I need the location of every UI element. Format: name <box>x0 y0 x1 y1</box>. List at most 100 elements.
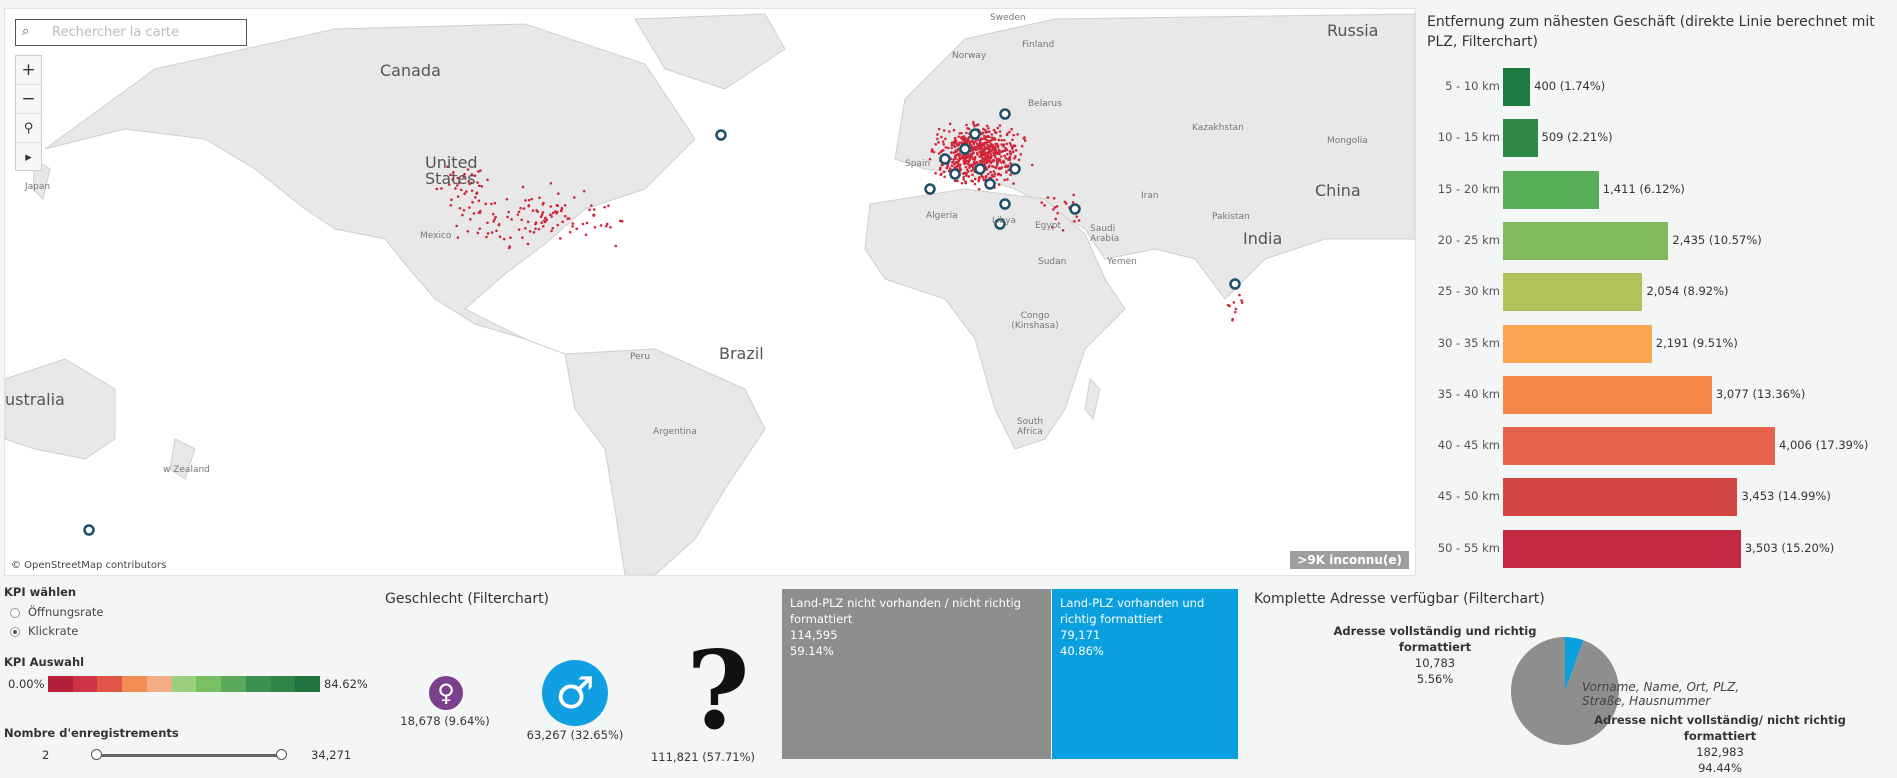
map-credit[interactable]: © OpenStreetMap contributors <box>11 560 166 571</box>
pin-icon[interactable]: ⚲ <box>16 114 41 143</box>
customer-dot <box>588 208 591 212</box>
kpi-option-click-rate[interactable]: Klickrate <box>10 624 78 638</box>
treemap-pct: 40.86% <box>1060 644 1104 658</box>
distance-bar[interactable] <box>1503 375 1712 414</box>
customer-dot <box>978 143 982 146</box>
bar-value-label: 2,191 (9.51%) <box>1655 335 1738 350</box>
customer-dot <box>995 142 999 146</box>
customer-dot <box>972 160 976 164</box>
land-south-america <box>564 348 766 575</box>
kpi-color-step <box>48 676 73 692</box>
customer-dot <box>998 159 1002 162</box>
map-view[interactable]: ⌕ Rechercher la carte + − ⚲ ▸ Canada Uni… <box>4 8 1416 576</box>
customer-dot <box>548 213 552 217</box>
customer-dot <box>1077 219 1081 222</box>
distance-bar[interactable] <box>1503 478 1738 517</box>
male-icon[interactable]: ♂ <box>542 660 608 726</box>
bar-category-label: 35 - 40 km <box>1437 386 1500 401</box>
customer-dot <box>968 154 972 158</box>
distance-bar[interactable] <box>1503 119 1538 158</box>
records-slider-max-handle[interactable] <box>276 749 287 760</box>
customer-dot <box>502 237 506 241</box>
customer-dot <box>461 213 464 217</box>
customer-dot <box>992 158 995 162</box>
expand-toolbar-button[interactable]: ▸ <box>16 143 41 171</box>
customer-dot <box>1011 150 1015 154</box>
distance-bar[interactable] <box>1503 221 1669 260</box>
records-slider-track[interactable] <box>94 754 282 757</box>
female-icon[interactable]: ♀ <box>429 676 463 710</box>
customer-dot <box>521 185 525 189</box>
treemap-plz-present[interactable]: Land-PLZ vorhanden und richtig formattie… <box>1052 589 1238 759</box>
customer-dot <box>493 201 497 205</box>
customer-dot <box>944 137 947 141</box>
map-label-mexico: Mexico <box>420 231 452 241</box>
customer-dot <box>531 209 535 212</box>
distance-bar[interactable] <box>1503 170 1599 209</box>
male-count: 63,267 (32.65%) <box>526 728 624 742</box>
land-madagascar <box>1084 377 1101 421</box>
customer-dot <box>497 223 501 227</box>
customer-dot <box>942 142 946 146</box>
map-label-india: India <box>1243 229 1283 248</box>
customer-dot <box>952 144 956 148</box>
customer-dot <box>1010 127 1013 131</box>
customer-dot <box>950 146 954 150</box>
unknown-locations-badge[interactable]: >9K inconnu(e) <box>1290 551 1409 569</box>
customer-dot <box>524 199 527 202</box>
customer-dot <box>460 188 463 192</box>
customer-dot <box>960 141 963 144</box>
bar-value-label: 3,453 (14.99%) <box>1741 489 1831 504</box>
distance-bar[interactable] <box>1503 68 1531 106</box>
customer-dot <box>507 210 510 214</box>
customer-dot <box>942 129 946 132</box>
customer-dot <box>609 225 612 229</box>
customer-dot <box>585 221 589 225</box>
distance-bar-chart[interactable]: 5 - 10 km 400 (1.74%) 10 - 15 km 509 (2.21%… <box>1410 66 1897 576</box>
treemap-label: formattiert <box>790 612 853 626</box>
records-slider-min-handle[interactable] <box>91 749 102 760</box>
customer-dot <box>990 148 994 152</box>
customer-dot <box>592 214 596 217</box>
question-icon[interactable]: ? <box>676 636 760 746</box>
customer-dot <box>527 204 530 208</box>
customer-dot <box>534 222 537 226</box>
treemap-value: 114,595 <box>790 628 838 642</box>
customer-dot <box>986 155 990 159</box>
zoom-in-button[interactable]: + <box>16 56 41 85</box>
store-marker <box>999 198 1011 210</box>
customer-dot <box>1002 138 1006 142</box>
map-label-yemen: Yemen <box>1107 257 1137 267</box>
customer-dot <box>599 224 603 227</box>
customer-dot <box>490 202 493 206</box>
customer-dot <box>463 192 466 195</box>
treemap-plz-missing[interactable]: Land-PLZ nicht vorhanden / nicht richtig… <box>782 589 1051 759</box>
distance-chart-title: Entfernung zum nähesten Geschäft (direkt… <box>1427 14 1875 50</box>
customer-dot <box>1012 133 1015 137</box>
kpi-color-step <box>171 676 197 692</box>
distance-bar[interactable] <box>1503 273 1643 312</box>
unknown-count: 111,821 (57.71%) <box>650 750 756 764</box>
bar-value-label: 2,054 (8.92%) <box>1646 284 1729 299</box>
customer-dot <box>619 219 622 223</box>
customer-dot <box>937 127 941 131</box>
distance-bar[interactable] <box>1503 427 1775 466</box>
customer-dot <box>1016 133 1019 136</box>
customer-dot <box>1008 141 1012 145</box>
customer-dot <box>471 200 474 204</box>
customer-dot <box>486 178 489 182</box>
customer-dot <box>952 128 956 132</box>
zoom-out-button[interactable]: − <box>16 85 41 114</box>
customer-dot <box>526 242 530 246</box>
store-marker <box>974 163 986 175</box>
customer-dot <box>1002 143 1005 147</box>
customer-dot <box>977 188 981 191</box>
distance-bar[interactable] <box>1503 529 1741 568</box>
map-search-input[interactable]: ⌕ Rechercher la carte <box>15 19 247 46</box>
customer-dot <box>995 164 999 167</box>
customer-dot <box>980 154 983 158</box>
customer-dot <box>934 171 937 175</box>
kpi-option-open-rate[interactable]: Öffnungsrate <box>10 605 104 619</box>
customer-dot <box>950 164 954 168</box>
distance-bar[interactable] <box>1503 324 1652 363</box>
